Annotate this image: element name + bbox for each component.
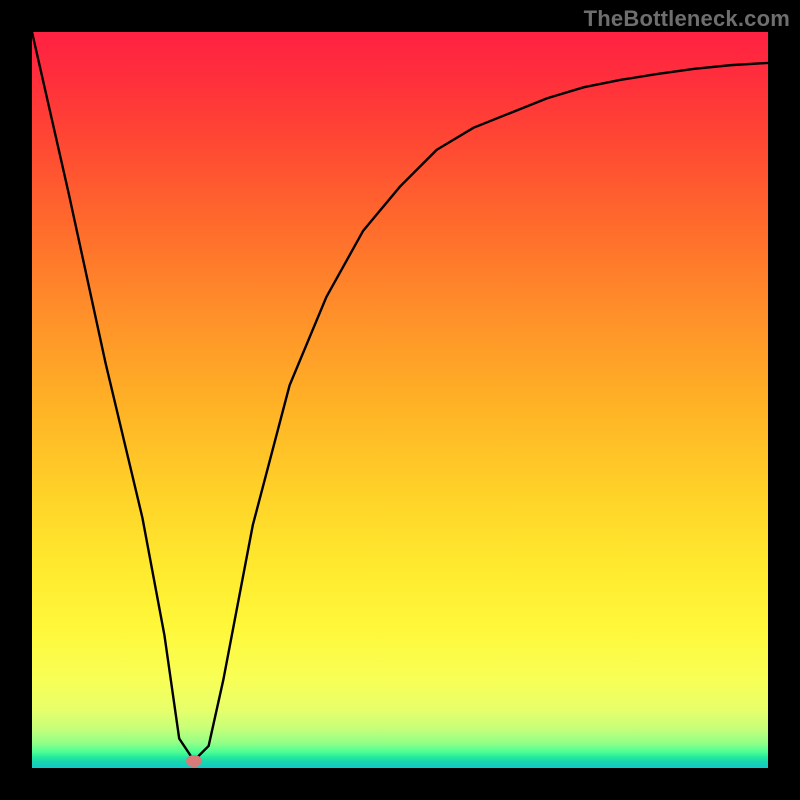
watermark-text: TheBottleneck.com	[584, 6, 790, 32]
plot-area	[32, 32, 768, 768]
minimum-marker	[186, 755, 202, 767]
bottleneck-curve	[32, 32, 768, 768]
curve-path	[32, 32, 768, 761]
chart-frame: TheBottleneck.com	[0, 0, 800, 800]
